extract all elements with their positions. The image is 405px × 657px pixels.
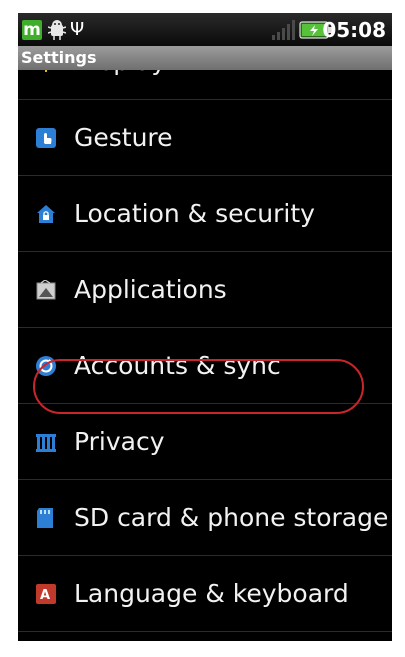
applications-icon xyxy=(36,280,56,300)
highlight-oval xyxy=(33,359,364,414)
settings-item-label: Language & keyboard xyxy=(74,579,349,608)
settings-item-label: SD card & phone storage xyxy=(74,503,389,532)
svg-text:A: A xyxy=(40,588,50,603)
status-bar: m Ψ 05:08 xyxy=(18,13,392,46)
gesture-icon xyxy=(36,128,56,148)
sd-card-icon xyxy=(37,508,53,528)
language-keyboard-icon: A xyxy=(36,584,56,604)
settings-item-location-security[interactable]: Location & security xyxy=(18,176,392,252)
settings-item-label: Privacy xyxy=(74,427,165,456)
settings-item-label: Display xyxy=(74,70,166,78)
settings-item-label: Gesture xyxy=(74,123,173,152)
page-title: Settings xyxy=(21,48,97,67)
settings-item-language-keyboard[interactable]: A Language & keyboard xyxy=(18,556,392,632)
app-m-icon: m xyxy=(22,20,42,40)
android-debug-icon xyxy=(48,20,66,40)
settings-item-label: Location & security xyxy=(74,199,315,228)
settings-item-label: Applications xyxy=(74,275,227,304)
privacy-icon xyxy=(36,434,56,452)
settings-item-gesture[interactable]: Gesture xyxy=(18,100,392,176)
title-bar: Settings xyxy=(18,46,392,70)
settings-list[interactable]: Display Gesture Location & security xyxy=(18,70,392,641)
location-security-icon xyxy=(37,205,55,223)
signal-icon xyxy=(272,20,295,40)
settings-item-privacy[interactable]: Privacy xyxy=(18,404,392,480)
divider xyxy=(18,631,392,632)
settings-item-sd-card[interactable]: SD card & phone storage xyxy=(18,480,392,556)
settings-item-applications[interactable]: Applications xyxy=(18,252,392,328)
phone-screen: m Ψ 05:08 Settings Gesture Location & se… xyxy=(18,13,392,641)
usb-icon: Ψ xyxy=(70,19,85,40)
display-icon xyxy=(45,70,47,72)
settings-item-display[interactable]: Display xyxy=(18,70,392,100)
status-clock: 05:08 xyxy=(322,18,386,42)
